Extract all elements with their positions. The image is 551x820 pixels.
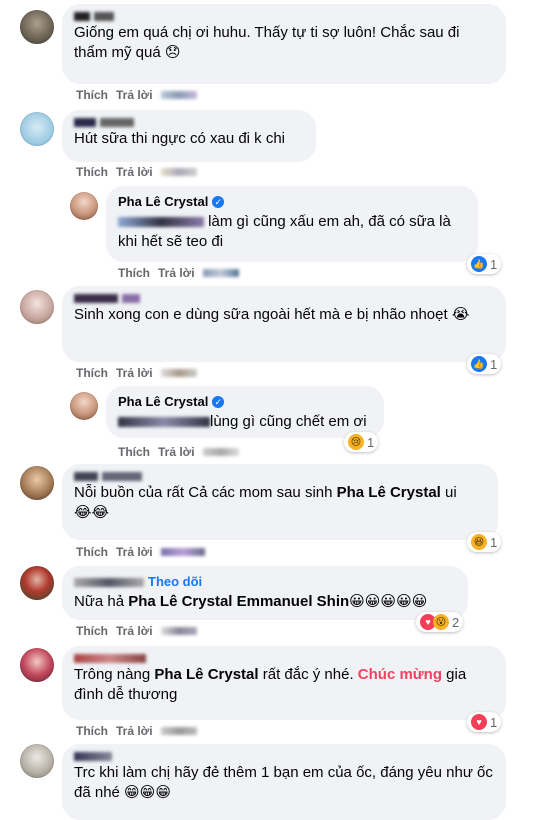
- timestamp[interactable]: [160, 727, 197, 735]
- comment-author[interactable]: [74, 12, 494, 21]
- reply-link[interactable]: Trả lời: [116, 165, 153, 179]
- comment-actions: Thích Trả lời: [118, 445, 239, 459]
- avatar[interactable]: [70, 192, 98, 220]
- comment-author[interactable]: [74, 654, 494, 663]
- reply-link[interactable]: Trả lời: [158, 445, 195, 459]
- timestamp[interactable]: [160, 369, 197, 377]
- comment-text: Giống em quá chị ơi huhu. Thấy tự ti sợ …: [74, 24, 460, 61]
- timestamp[interactable]: [160, 168, 197, 176]
- avatar[interactable]: [20, 10, 54, 44]
- timestamp[interactable]: [160, 548, 205, 556]
- timestamp[interactable]: [160, 91, 197, 99]
- comment-actions: Thích Trả lời: [76, 366, 197, 380]
- comment-text: lùng gì cũng chết em ơi: [118, 412, 372, 432]
- comment-bubble: Trc khi làm chị hãy đẻ thêm 1 bạn em của…: [62, 744, 506, 820]
- like-link[interactable]: Thích: [118, 445, 150, 459]
- reaction-count[interactable]: 👍 1: [467, 254, 502, 274]
- reply-bubble: Pha Lê Crystal ✓ làm gì cũng xấu em ah, …: [106, 186, 478, 262]
- comment-author[interactable]: [74, 294, 494, 303]
- comment-text: Trc khi làm chị hãy đẻ thêm 1 bạn em của…: [74, 764, 493, 801]
- reply-bubble: Pha Lê Crystal ✓ lùng gì cũng chết em ơi: [106, 386, 384, 438]
- haha-reaction-icon: 😆: [471, 534, 487, 550]
- like-link[interactable]: Thích: [118, 266, 150, 280]
- reply-link[interactable]: Trả lời: [116, 366, 153, 380]
- avatar[interactable]: [70, 392, 98, 420]
- follow-button[interactable]: Theo dõi: [148, 574, 202, 590]
- reaction-count[interactable]: ♥ 😮 2: [416, 612, 464, 632]
- laugh-emoji-icon: 😂😂: [74, 504, 110, 521]
- mention-link[interactable]: Pha Lê Crystal: [337, 484, 441, 501]
- mention-link[interactable]: Pha Lê Crystal Emmanuel Shin: [128, 593, 349, 610]
- timestamp[interactable]: [160, 627, 197, 635]
- comment-author[interactable]: [74, 472, 486, 481]
- comment-text: làm gì cũng xấu em ah, đã có sữa là khi …: [118, 213, 451, 250]
- reply-link[interactable]: Trả lời: [116, 88, 153, 102]
- verified-badge-icon: ✓: [212, 396, 225, 408]
- comment-author[interactable]: Pha Lê Crystal ✓: [118, 394, 372, 410]
- timestamp[interactable]: [202, 269, 239, 277]
- comment-author[interactable]: [74, 118, 304, 127]
- comment-bubble: Trông nàng Pha Lê Crystal rất đắc ý nhé.…: [62, 646, 506, 720]
- comment-author[interactable]: Theo dõi: [74, 574, 456, 590]
- comment-author[interactable]: [74, 752, 494, 761]
- comment-bubble: Nỗi buồn của rất Cả các mom sau sinh Pha…: [62, 464, 498, 540]
- comment-actions: Thích Trả lời: [76, 165, 197, 179]
- like-link[interactable]: Thích: [76, 624, 108, 638]
- comment-actions: Thích Trả lời: [76, 88, 197, 102]
- timestamp[interactable]: [202, 448, 239, 456]
- wow-reaction-icon: 😮: [433, 614, 449, 630]
- comment-actions: Thích Trả lời: [118, 266, 239, 280]
- like-link[interactable]: Thích: [76, 366, 108, 380]
- comment-text: Sinh xong con e dùng sữa ngoài hết mà e …: [74, 306, 470, 323]
- like-link[interactable]: Thích: [76, 165, 108, 179]
- like-reaction-icon: 👍: [471, 256, 487, 272]
- comment-bubble: Theo dõi Nữa hả Pha Lê Crystal Emmanuel …: [62, 566, 468, 620]
- like-link[interactable]: Thích: [76, 88, 108, 102]
- reaction-count[interactable]: 👍 1: [467, 354, 502, 374]
- reply-link[interactable]: Trả lời: [158, 266, 195, 280]
- verified-badge-icon: ✓: [212, 196, 225, 208]
- mention-link[interactable]: Pha Lê Crystal: [154, 666, 258, 683]
- comment-text: Nỗi buồn của rất Cả các mom sau sinh Pha…: [74, 484, 457, 521]
- avatar[interactable]: [20, 744, 54, 778]
- comment-bubble: Hút sữa thi ngực có xau đi k chi: [62, 110, 316, 162]
- reaction-count[interactable]: 😢 1: [344, 432, 379, 452]
- comment-actions: Thích Trả lời: [76, 624, 197, 638]
- like-reaction-icon: 👍: [471, 356, 487, 372]
- sad-reaction-icon: 😢: [348, 434, 364, 450]
- avatar[interactable]: [20, 566, 54, 600]
- reaction-count[interactable]: ♥ 1: [467, 712, 502, 732]
- comment-bubble: Giống em quá chị ơi huhu. Thấy tự ti sợ …: [62, 4, 506, 84]
- comment-actions: Thích Trả lời: [76, 545, 205, 559]
- reply-link[interactable]: Trả lời: [116, 724, 153, 738]
- celebration-text: Chúc mừng: [357, 666, 442, 683]
- comment-text: Nữa hả Pha Lê Crystal Emmanuel Shin😀😀😀😀😀: [74, 593, 428, 610]
- reply-link[interactable]: Trả lời: [116, 545, 153, 559]
- avatar[interactable]: [20, 112, 54, 146]
- like-link[interactable]: Thích: [76, 724, 108, 738]
- comment-text: Trông nàng Pha Lê Crystal rất đắc ý nhé.…: [74, 666, 467, 703]
- comment-bubble: Sinh xong con e dùng sữa ngoài hết mà e …: [62, 286, 506, 362]
- comment-text: Hút sữa thi ngực có xau đi k chi: [74, 130, 286, 147]
- love-reaction-icon: ♥: [471, 714, 487, 730]
- reply-link[interactable]: Trả lời: [116, 624, 153, 638]
- comment-author[interactable]: Pha Lê Crystal ✓: [118, 194, 466, 210]
- reaction-count[interactable]: 😆 1: [467, 532, 502, 552]
- like-link[interactable]: Thích: [76, 545, 108, 559]
- grin-emoji-icon: 😀😀😀😀😀: [349, 593, 428, 610]
- avatar[interactable]: [20, 290, 54, 324]
- avatar[interactable]: [20, 466, 54, 500]
- avatar[interactable]: [20, 648, 54, 682]
- comment-actions: Thích Trả lời: [76, 724, 197, 738]
